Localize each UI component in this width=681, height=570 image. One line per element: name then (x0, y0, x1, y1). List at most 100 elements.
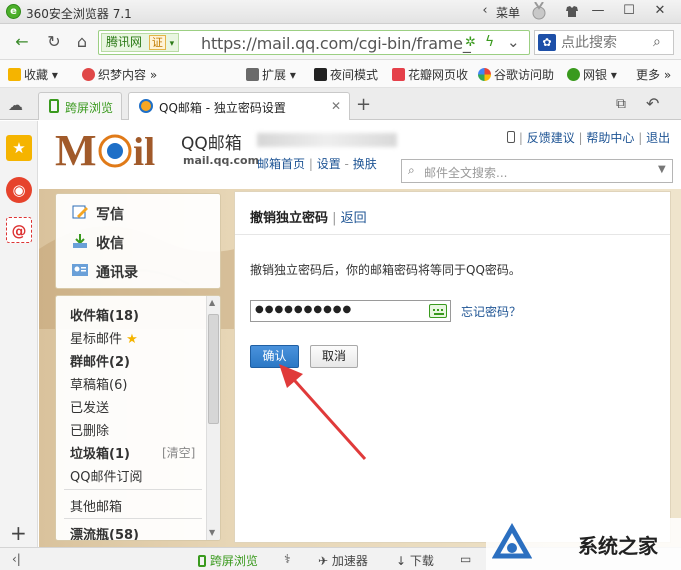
status-cross-screen[interactable]: 跨屏浏览 (198, 552, 258, 569)
bookmark-night-mode[interactable]: 夜间模式 (314, 66, 378, 83)
search-icon[interactable]: ⌕ (653, 34, 661, 50)
folder-group-mail[interactable]: 群邮件(2) (70, 351, 130, 370)
star-icon: ★ (126, 332, 138, 347)
chevron-down-icon[interactable]: ▾ (170, 39, 175, 49)
receive-link[interactable]: 收信 (96, 233, 124, 253)
folder-scrollbar[interactable]: ▲ ▼ (206, 296, 220, 540)
status-download[interactable]: ↓ 下载 (396, 552, 434, 569)
link-feedback[interactable]: 反馈建议 (527, 131, 575, 145)
scroll-down-icon[interactable]: ▼ (209, 528, 215, 537)
tab-list-icon[interactable]: ⧉ (616, 96, 626, 112)
browser-search-input[interactable] (561, 34, 651, 52)
bookmark-extensions[interactable]: 扩展 ▾ (246, 66, 296, 83)
site-identity-badge[interactable]: 腾讯网 证 ▾ (101, 33, 180, 52)
back-link[interactable]: 返回 (341, 211, 367, 226)
link-settings[interactable]: 设置 (317, 157, 341, 171)
back-button[interactable]: ← (10, 31, 34, 53)
cloud-icon[interactable]: ☁ (8, 96, 23, 114)
svg-text:M: M (55, 126, 97, 171)
bookmark-label: 织梦内容 (98, 68, 147, 82)
folder-deleted[interactable]: 已删除 (70, 420, 109, 439)
qq-mail-favicon-icon (139, 99, 153, 113)
content-title-row: 撤销独立密码 | 返回 (250, 211, 367, 226)
chevron-down-icon[interactable]: ▼ (658, 164, 666, 175)
link-change-skin[interactable]: 换肤 (353, 157, 377, 171)
divider (64, 518, 202, 519)
tab-label: QQ邮箱 - 独立密码设置 (159, 101, 286, 115)
status-label: 加速器 (331, 554, 368, 568)
tab-qq-mail[interactable]: QQ邮箱 - 独立密码设置 ✕ (128, 92, 350, 120)
phone-icon (49, 99, 59, 113)
undo-close-icon[interactable]: ↶ (646, 94, 659, 113)
forgot-password-link[interactable]: 忘记密码？ (461, 303, 521, 320)
status-accelerator[interactable]: ✈ 加速器 (318, 552, 368, 569)
quick-actions-panel: 写信 收信 通讯录 (55, 193, 221, 289)
reload-page-icon[interactable]: ✲ (465, 35, 476, 50)
blurred-username (257, 133, 397, 147)
page-title: 撤销独立密码 (250, 211, 329, 226)
status-browser-doctor-icon[interactable]: ⚕ (284, 552, 291, 566)
minimize-button[interactable]: — (585, 2, 611, 21)
header-links: 邮箱首页 | 设置 - 换肤 (257, 157, 377, 171)
folder-drafts[interactable]: 草稿箱(6) (70, 374, 127, 393)
scroll-up-icon[interactable]: ▲ (209, 298, 215, 307)
password-field[interactable]: ●●●●●●●●●● (250, 300, 451, 322)
baidu-paw-icon[interactable]: ✿ (538, 34, 556, 51)
browser-search-box[interactable]: ✿ ⌕ (534, 30, 674, 55)
weibo-icon[interactable]: ◉ (6, 177, 32, 203)
folder-starred[interactable]: 星标邮件 ★ (70, 328, 138, 347)
back-arrow-small-icon[interactable]: ‹ (472, 2, 498, 21)
status-window-icon[interactable]: ▭ (460, 552, 471, 566)
browser-titlebar: e 360安全浏览器 7.1 ‹ 菜单 — ☐ ✕ (0, 0, 681, 24)
mobile-icon[interactable] (507, 131, 515, 143)
folder-other-mailbox[interactable]: 其他邮箱 (70, 496, 122, 515)
folder-qq-subscription[interactable]: QQ邮件订阅 (70, 466, 142, 485)
favorites-star-icon[interactable]: ★ (6, 135, 32, 161)
chevron-down-icon[interactable]: ⌄ (507, 33, 520, 51)
bookmark-huaban[interactable]: 花瓣网页收 (392, 66, 468, 83)
folder-sent[interactable]: 已发送 (70, 397, 109, 416)
sidebar-add-button[interactable]: + (10, 521, 27, 545)
link-mail-home[interactable]: 邮箱首页 (257, 157, 305, 171)
link-help-center[interactable]: 帮助中心 (586, 131, 634, 145)
mail-at-icon[interactable]: @ (6, 217, 32, 243)
folder-spam[interactable]: 垃圾箱(1) (70, 443, 130, 462)
scrollbar-thumb[interactable] (208, 314, 219, 424)
compose-link[interactable]: 写信 (96, 204, 124, 224)
search-icon: ⌕ (408, 163, 415, 177)
bookmark-bank[interactable]: 网银 ▾ (567, 66, 617, 83)
revoke-description: 撤销独立密码后，你的邮箱密码将等同于QQ密码。 (250, 263, 521, 277)
bookmark-more[interactable]: 更多 » (636, 66, 671, 83)
menu-button[interactable]: 菜单 (496, 4, 520, 21)
bookmark-label: 夜间模式 (330, 68, 379, 82)
close-button[interactable]: ✕ (647, 2, 673, 21)
bookmark-favorites[interactable]: 收藏 ▾ (8, 66, 58, 83)
new-tab-button[interactable]: + (356, 94, 371, 115)
mail-left-nav: 写信 收信 通讯录 收件箱(18) 星标邮件 ★ 群邮件(2) 草稿箱(6) 已… (55, 191, 223, 543)
cert-badge[interactable]: 证 (148, 35, 166, 50)
tab-cross-screen[interactable]: 跨屏浏览 (38, 92, 122, 120)
bookmark-zhimeng[interactable]: 织梦内容 » (82, 66, 157, 83)
bookmark-google-helper[interactable]: 谷歌访问助 (478, 66, 554, 83)
url-bar[interactable]: 腾讯网 证 ▾ https://mail.qq.com/cgi-bin/fram… (98, 30, 530, 55)
refresh-button[interactable]: ↻ (42, 31, 66, 53)
statusbar-toggle-icon[interactable]: ‹| (12, 552, 21, 566)
lightning-icon[interactable]: ϟ (485, 34, 494, 50)
maximize-button[interactable]: ☐ (616, 2, 642, 21)
folder-inbox[interactable]: 收件箱(18) (70, 305, 139, 324)
contacts-link[interactable]: 通讯录 (96, 262, 138, 282)
bookmark-label: 收藏 (24, 68, 49, 82)
folder-drift-bottle[interactable]: 漂流瓶(58) (70, 524, 139, 540)
keyboard-icon[interactable] (429, 304, 447, 318)
mail-search-placeholder: 邮件全文搜索... (424, 166, 508, 180)
zhimeng-icon (82, 68, 95, 81)
mail-search-box[interactable]: ⌕ 邮件全文搜索... ▼ (401, 159, 673, 183)
home-button[interactable]: ⌂ (70, 31, 94, 53)
medal-icon[interactable] (532, 2, 546, 20)
mail-domain: mail.qq.com (183, 154, 260, 167)
mail-header: M il QQ邮箱 mail.qq.com 邮箱首页 | 设置 - 换肤 | 反… (39, 121, 681, 189)
link-logout[interactable]: 退出 (646, 131, 670, 145)
spam-clear-link[interactable]: [清空] (162, 444, 195, 461)
skin-icon[interactable] (559, 2, 585, 21)
close-tab-icon[interactable]: ✕ (331, 99, 341, 113)
